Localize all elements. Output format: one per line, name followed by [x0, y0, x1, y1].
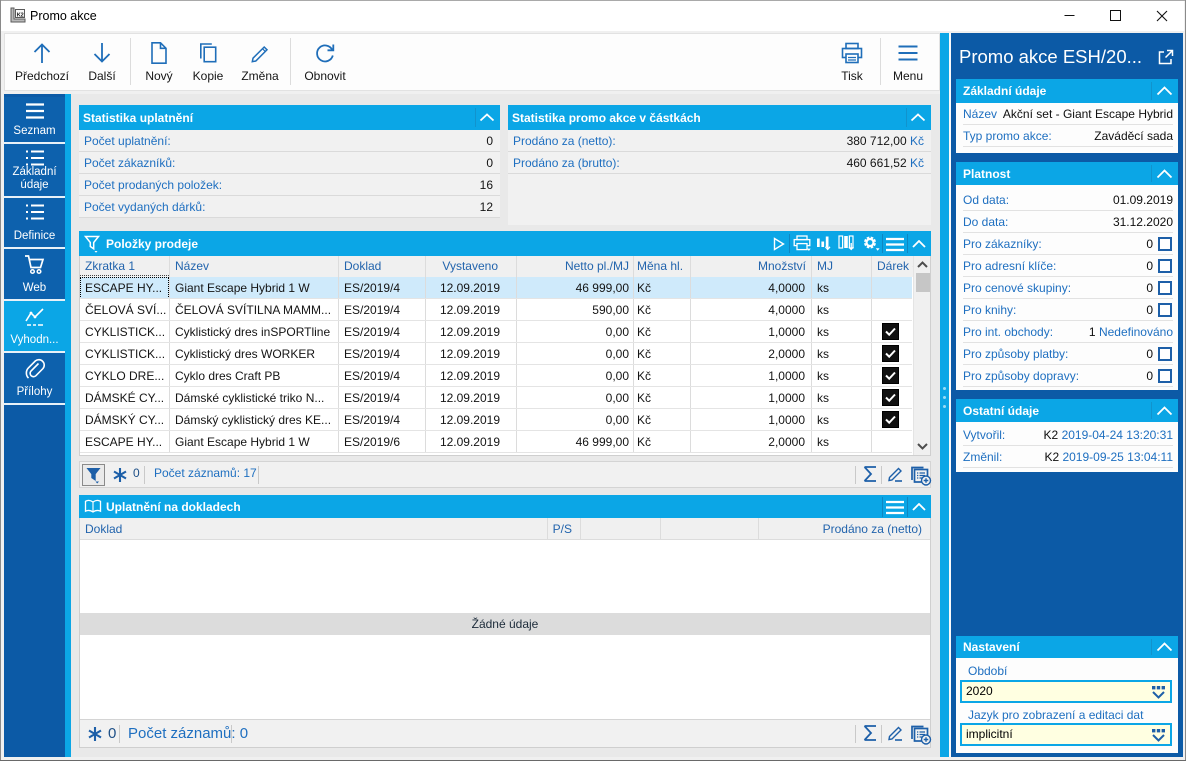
- svg-text:K2: K2: [17, 12, 24, 18]
